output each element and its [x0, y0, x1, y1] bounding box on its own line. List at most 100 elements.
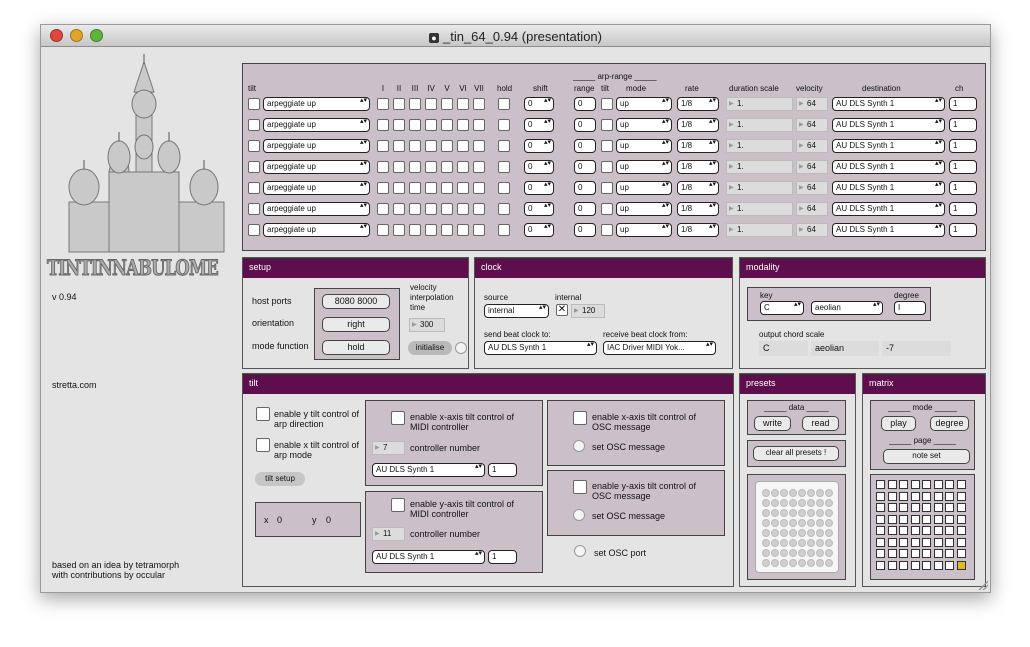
preset-slot[interactable]: [771, 499, 779, 507]
range-field[interactable]: 0: [574, 181, 596, 195]
rate-select[interactable]: 1/8: [677, 97, 719, 111]
preset-slot[interactable]: [807, 519, 815, 527]
range-field[interactable]: 0: [574, 97, 596, 111]
matrix-cell[interactable]: [910, 480, 920, 489]
destination-select[interactable]: AU DLS Synth 1: [832, 118, 945, 132]
degree-checkbox[interactable]: [377, 182, 389, 194]
matrix-cell[interactable]: [933, 537, 943, 547]
y-osc-checkbox[interactable]: [573, 480, 587, 494]
degree-checkbox[interactable]: [425, 161, 437, 173]
y-ch-field[interactable]: 1: [488, 550, 517, 564]
orientation-button[interactable]: right: [322, 317, 390, 332]
degree-checkbox[interactable]: [377, 98, 389, 110]
range-tilt-checkbox[interactable]: [601, 119, 613, 131]
degree-checkbox[interactable]: [409, 140, 421, 152]
matrix-cell[interactable]: [899, 537, 908, 547]
y-dest-select[interactable]: AU DLS Synth 1: [372, 550, 485, 564]
degree-checkbox[interactable]: [441, 98, 453, 110]
shift-select[interactable]: 0: [524, 202, 554, 216]
degree-checkbox[interactable]: [457, 140, 469, 152]
preset-slot[interactable]: [762, 539, 770, 547]
matrix-cell[interactable]: [899, 560, 908, 570]
matrix-cell[interactable]: [910, 526, 920, 535]
matrix-cell[interactable]: [922, 514, 931, 524]
initialise-button[interactable]: initialise: [408, 341, 452, 355]
matrix-cell[interactable]: [910, 503, 920, 512]
set-osc-port-button[interactable]: [574, 545, 586, 557]
play-button[interactable]: play: [881, 416, 916, 431]
matrix-cell[interactable]: [922, 491, 931, 501]
matrix-cell[interactable]: [876, 560, 885, 570]
degree-checkbox[interactable]: [409, 161, 421, 173]
velocity-number[interactable]: 64: [796, 139, 828, 153]
degree-checkbox[interactable]: [425, 224, 437, 236]
write-button[interactable]: write: [754, 416, 791, 431]
degree-checkbox[interactable]: [473, 140, 485, 152]
rate-select[interactable]: 1/8: [677, 223, 719, 237]
matrix-cell[interactable]: [876, 526, 885, 535]
preset-slot[interactable]: [762, 559, 770, 567]
range-field[interactable]: 0: [574, 139, 596, 153]
preset-slot[interactable]: [798, 509, 806, 517]
x-osc-checkbox[interactable]: [573, 411, 587, 425]
velocity-number[interactable]: 64: [796, 202, 828, 216]
note-set-button[interactable]: note set: [883, 449, 970, 464]
mode-select[interactable]: up: [616, 202, 672, 216]
y-midi-checkbox[interactable]: [391, 498, 405, 512]
matrix-cell[interactable]: [899, 480, 908, 489]
preset-slot[interactable]: [762, 519, 770, 527]
internal-checkbox[interactable]: ✕: [556, 304, 568, 316]
tilt-checkbox[interactable]: [248, 119, 260, 131]
preset-slot[interactable]: [771, 549, 779, 557]
mode-select[interactable]: up: [616, 160, 672, 174]
matrix-cell[interactable]: [887, 549, 897, 558]
read-button[interactable]: read: [802, 416, 839, 431]
matrix-cell[interactable]: [945, 560, 954, 570]
matrix-cell[interactable]: [887, 491, 897, 501]
velocity-number[interactable]: 64: [796, 97, 828, 111]
hold-checkbox[interactable]: [498, 161, 510, 173]
velocity-interp-number[interactable]: 300: [409, 318, 445, 332]
degree-checkbox[interactable]: [473, 224, 485, 236]
mode-select[interactable]: up: [616, 139, 672, 153]
destination-select[interactable]: AU DLS Synth 1: [832, 160, 945, 174]
preset-slot[interactable]: [771, 489, 779, 497]
degree-checkbox[interactable]: [425, 140, 437, 152]
preset-slot[interactable]: [816, 499, 824, 507]
range-field[interactable]: 0: [574, 202, 596, 216]
y-set-osc-button[interactable]: [573, 509, 585, 521]
preset-slot[interactable]: [771, 539, 779, 547]
preset-slot[interactable]: [807, 539, 815, 547]
y-tilt-checkbox[interactable]: [256, 407, 270, 421]
matrix-cell[interactable]: [922, 537, 931, 547]
shift-select[interactable]: 0: [524, 97, 554, 111]
preset-slot[interactable]: [762, 529, 770, 537]
matrix-cell[interactable]: [887, 503, 897, 512]
degree-checkbox[interactable]: [441, 182, 453, 194]
preset-slot[interactable]: [789, 509, 797, 517]
clear-presets-button[interactable]: clear all presets !: [753, 446, 839, 461]
degree-checkbox[interactable]: [409, 224, 421, 236]
velocity-number[interactable]: 64: [796, 181, 828, 195]
tilt-checkbox[interactable]: [248, 140, 260, 152]
matrix-cell[interactable]: [887, 560, 897, 570]
degree-checkbox[interactable]: [441, 203, 453, 215]
matrix-cell[interactable]: [922, 480, 931, 489]
preset-slot[interactable]: [816, 489, 824, 497]
degree-checkbox[interactable]: [377, 140, 389, 152]
preset-slot[interactable]: [825, 519, 833, 527]
degree-checkbox[interactable]: [457, 161, 469, 173]
preset-slot[interactable]: [825, 509, 833, 517]
degree-checkbox[interactable]: [473, 203, 485, 215]
preset-slot[interactable]: [789, 549, 797, 557]
matrix-cell[interactable]: [933, 549, 943, 558]
matrix-cell[interactable]: [887, 537, 897, 547]
matrix-cell[interactable]: [876, 537, 885, 547]
matrix-cell[interactable]: [910, 549, 920, 558]
matrix-cell[interactable]: [922, 503, 931, 512]
preset-slot[interactable]: [789, 499, 797, 507]
matrix-cell[interactable]: [945, 514, 954, 524]
pattern-select[interactable]: arpeggiate up: [263, 97, 370, 111]
degree-checkbox[interactable]: [441, 224, 453, 236]
host-ports-button[interactable]: 8080 8000: [322, 294, 390, 309]
